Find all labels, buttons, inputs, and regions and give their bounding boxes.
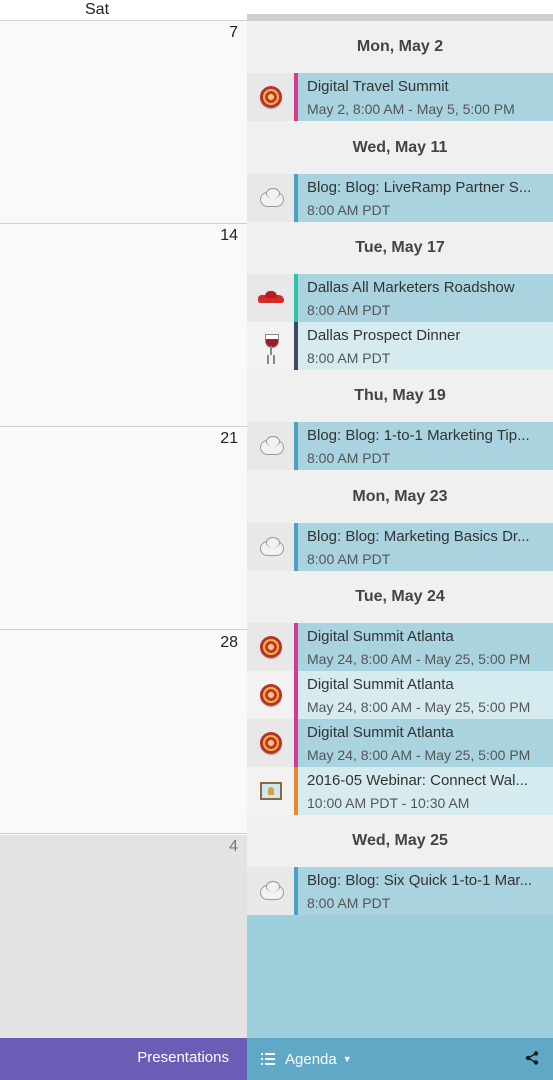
cloud-icon	[258, 880, 284, 902]
event-time: 8:00 AM PDT	[307, 350, 391, 366]
event-title: Dallas All Marketers Roadshow	[307, 279, 515, 296]
view-label[interactable]: Agenda	[285, 1051, 337, 1068]
event-title: Digital Summit Atlanta	[307, 676, 454, 693]
caret-down-icon[interactable]: ▼	[343, 1054, 352, 1064]
share-icon[interactable]	[525, 1051, 539, 1065]
agenda-day-header: Tue, May 24	[247, 571, 553, 623]
cloud-icon	[258, 435, 284, 457]
date-number[interactable]: 21	[220, 430, 238, 448]
calendar-week[interactable]: 28	[0, 631, 247, 834]
presentations-bar[interactable]: Presentations	[0, 1038, 247, 1080]
target-icon	[259, 86, 282, 108]
agenda-event[interactable]: Blog: Blog: Six Quick 1-to-1 Mar... 8:00…	[247, 867, 553, 915]
car-icon	[257, 291, 284, 305]
target-icon	[259, 732, 282, 754]
month-calendar: Sat 7 14 21 28 4	[0, 0, 247, 1038]
date-number[interactable]: 14	[220, 227, 238, 245]
event-title: Digital Travel Summit	[307, 78, 449, 95]
cloud-icon	[258, 536, 284, 558]
list-icon	[261, 1053, 275, 1065]
agenda-event[interactable]: Blog: Blog: LiveRamp Partner S... 8:00 A…	[247, 174, 553, 222]
agenda-event[interactable]: Digital Summit Atlanta May 24, 8:00 AM -…	[247, 671, 553, 719]
event-time: 8:00 AM PDT	[307, 551, 391, 567]
calendar-week-next-month[interactable]: 4	[0, 835, 247, 1038]
event-time: May 24, 8:00 AM - May 25, 5:00 PM	[307, 747, 531, 763]
event-title: Blog: Blog: 1-to-1 Marketing Tip...	[307, 427, 530, 444]
agenda-event[interactable]: Digital Summit Atlanta May 24, 8:00 AM -…	[247, 719, 553, 767]
event-time: May 24, 8:00 AM - May 25, 5:00 PM	[307, 699, 531, 715]
event-title: Blog: Blog: Marketing Basics Dr...	[307, 528, 530, 545]
day-of-week-label: Sat	[85, 1, 110, 18]
presentation-icon	[259, 782, 282, 800]
agenda-day-header: Wed, May 25	[247, 815, 553, 867]
calendar-week[interactable]: 14	[0, 224, 247, 427]
wine-glass-icon	[264, 334, 279, 358]
event-title: 2016-05 Webinar: Connect Wal...	[307, 772, 528, 789]
agenda-event[interactable]: Digital Travel Summit May 2, 8:00 AM - M…	[247, 73, 553, 121]
event-time: 8:00 AM PDT	[307, 450, 391, 466]
agenda-event[interactable]: Dallas All Marketers Roadshow 8:00 AM PD…	[247, 274, 553, 322]
agenda-event[interactable]: 2016-05 Webinar: Connect Wal... 10:00 AM…	[247, 767, 553, 815]
event-title: Dallas Prospect Dinner	[307, 327, 461, 344]
agenda-day-header: Mon, May 2	[247, 21, 553, 73]
calendar-week[interactable]: 21	[0, 427, 247, 630]
event-title: Digital Summit Atlanta	[307, 724, 454, 741]
event-title: Blog: Blog: Six Quick 1-to-1 Mar...	[307, 872, 533, 889]
agenda-day-header: Tue, May 17	[247, 222, 553, 274]
agenda-event[interactable]: Digital Summit Atlanta May 24, 8:00 AM -…	[247, 623, 553, 671]
agenda-day-header: Wed, May 11	[247, 121, 553, 174]
event-title: Blog: Blog: LiveRamp Partner S...	[307, 179, 532, 196]
agenda-day-header: Thu, May 19	[247, 370, 553, 422]
event-time: 8:00 AM PDT	[307, 202, 391, 218]
agenda-day-header: Mon, May 23	[247, 470, 553, 523]
agenda-panel: Mon, May 2 Digital Travel Summit May 2, …	[247, 14, 553, 1038]
agenda-top-border	[247, 14, 553, 21]
event-time: May 2, 8:00 AM - May 5, 5:00 PM	[307, 101, 515, 117]
date-number[interactable]: 4	[229, 838, 238, 856]
target-icon	[259, 636, 282, 658]
event-time: 8:00 AM PDT	[307, 302, 391, 318]
presentations-button[interactable]: Presentations	[137, 1049, 229, 1066]
agenda-toolbar: Agenda ▼	[247, 1038, 553, 1080]
agenda-event[interactable]: Blog: Blog: Marketing Basics Dr... 8:00 …	[247, 523, 553, 571]
event-time: 10:00 AM PDT - 10:30 AM	[307, 795, 470, 811]
view-switcher-dropdown[interactable]: Agenda ▼	[261, 1049, 352, 1069]
date-number[interactable]: 7	[229, 24, 238, 42]
event-title: Digital Summit Atlanta	[307, 628, 454, 645]
event-time: 8:00 AM PDT	[307, 895, 391, 911]
day-of-week-header: Sat	[0, 0, 247, 21]
target-icon	[259, 684, 282, 706]
calendar-week[interactable]: 7	[0, 21, 247, 224]
agenda-event[interactable]: Dallas Prospect Dinner 8:00 AM PDT	[247, 322, 553, 370]
agenda-event[interactable]: Blog: Blog: 1-to-1 Marketing Tip... 8:00…	[247, 422, 553, 470]
date-number[interactable]: 28	[220, 634, 238, 652]
cloud-icon	[258, 187, 284, 209]
event-time: May 24, 8:00 AM - May 25, 5:00 PM	[307, 651, 531, 667]
